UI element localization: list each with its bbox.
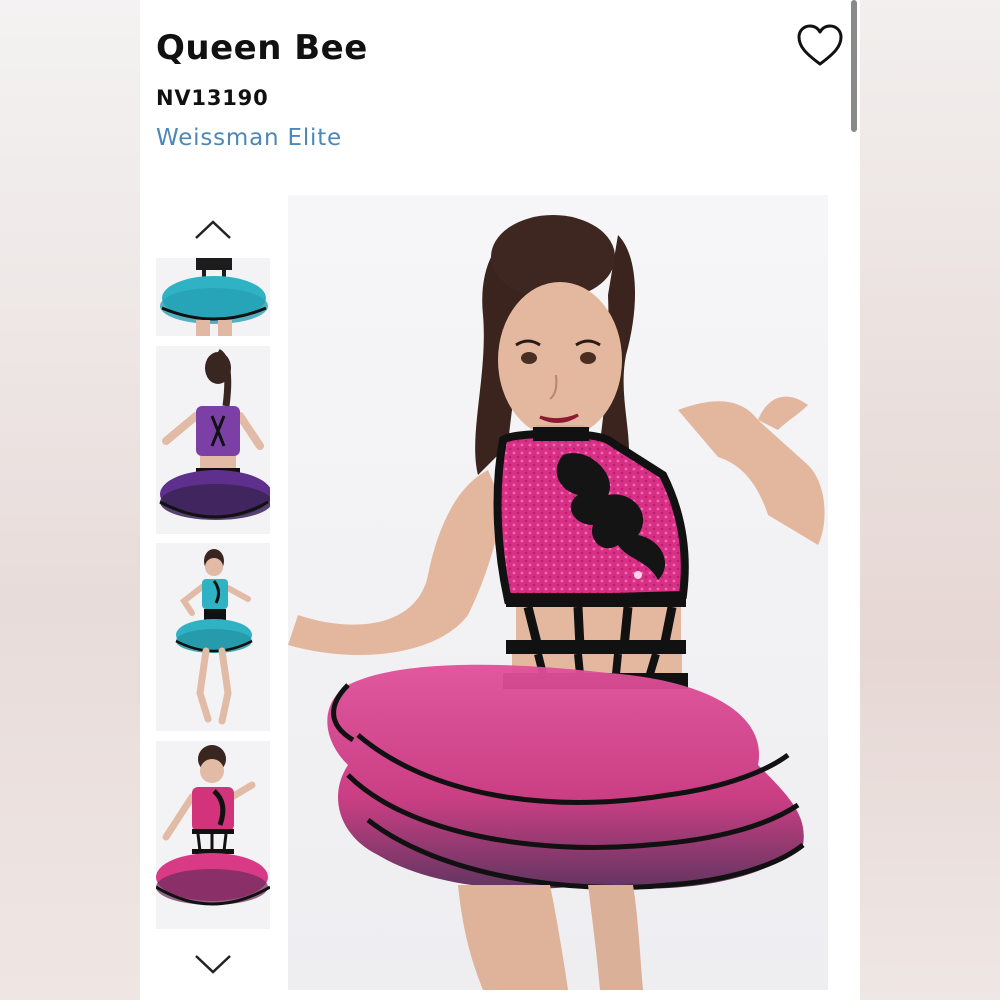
blurred-background-right (860, 0, 1000, 1000)
gallery-thumbnail[interactable] (156, 346, 270, 534)
gallery-thumbnail[interactable] (156, 543, 270, 731)
gallery-thumbnail[interactable] (156, 741, 270, 929)
main-product-image[interactable] (288, 195, 828, 990)
thumbnail-image (156, 346, 270, 534)
scrollbar[interactable] (851, 0, 857, 132)
chevron-down-icon[interactable] (188, 948, 238, 978)
product-title: Queen Bee (156, 28, 368, 68)
thumbnail-image (156, 741, 270, 929)
brand-link[interactable]: Weissman Elite (156, 125, 342, 151)
chevron-up-icon[interactable] (188, 214, 238, 244)
product-sku: NV13190 (156, 86, 269, 110)
heart-icon[interactable] (795, 22, 845, 70)
product-photo-illustration (288, 195, 828, 990)
blurred-background-left (0, 0, 140, 1000)
gallery-thumbnail[interactable] (156, 258, 270, 336)
product-panel: Queen Bee NV13190 Weissman Elite (140, 0, 860, 1000)
thumbnail-image (156, 258, 270, 336)
thumbnail-image (156, 543, 270, 731)
